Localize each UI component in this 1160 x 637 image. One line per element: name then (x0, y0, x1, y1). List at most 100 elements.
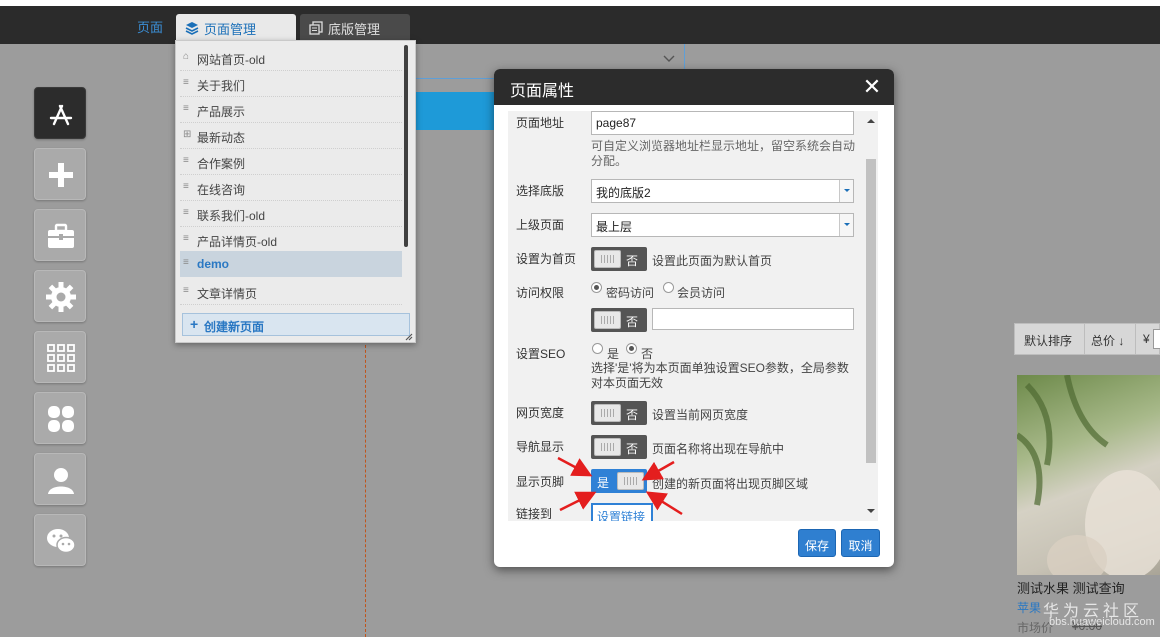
access-password-input[interactable] (652, 308, 854, 330)
base-select[interactable]: 我的底版2 (591, 179, 854, 203)
copy-icon (309, 21, 323, 35)
toggle-state: 否 (626, 254, 639, 268)
toggle-knob (594, 404, 621, 422)
page-list-item[interactable]: ≡ 在线咨询 (180, 175, 402, 201)
seo-label: 设置SEO (516, 347, 566, 361)
tab-label: 底版管理 (328, 22, 381, 37)
tool-add[interactable] (34, 148, 86, 200)
resize-grip-icon[interactable] (405, 333, 413, 341)
homepage-toggle[interactable]: 否 (591, 247, 647, 271)
app-store-icon (49, 104, 73, 126)
page-list-item[interactable]: ≡ 合作案例 (180, 149, 402, 175)
layers-icon (185, 22, 199, 35)
save-button[interactable]: 保存 (798, 529, 836, 557)
dialog-title: 页面属性 (510, 83, 575, 100)
product-sort-bar: 默认排序 总价 ↓ ¥ (1014, 323, 1160, 355)
width-label: 网页宽度 (516, 406, 565, 420)
tool-toolbox[interactable] (34, 209, 86, 261)
top-bar: 页面 页面管理 底版管理 (0, 0, 1160, 44)
close-icon[interactable]: ✕ (861, 74, 883, 100)
product-title[interactable]: 测试水果 测试查询 (1017, 578, 1125, 597)
scroll-up-icon[interactable] (865, 117, 877, 125)
tool-app-store[interactable] (34, 87, 86, 139)
base-select-value: 我的底版2 (596, 186, 651, 200)
seo-no-radio[interactable] (626, 343, 637, 354)
page-list-item[interactable]: ⊞ 最新动态 (180, 123, 402, 149)
divider (1084, 324, 1085, 354)
access-password-toggle[interactable]: 否 (591, 308, 647, 332)
product-price-label: 市场价 (1017, 621, 1054, 635)
page-list-item[interactable]: ≡ 产品详情页-old (180, 227, 402, 253)
page-list-item[interactable]: ≡ 联系我们-old (180, 201, 402, 227)
gear-icon (46, 282, 76, 312)
create-page-button[interactable]: + 创建新页面 (182, 313, 410, 336)
width-hint: 设置当前网页宽度 (652, 408, 749, 422)
cancel-button[interactable]: 取消 (841, 529, 880, 557)
lines-icon: ≡ (183, 181, 189, 192)
strawberry-photo (1017, 375, 1160, 575)
page-list-item-label: 网站首页-old (197, 53, 266, 67)
dialog-header: 页面属性 ✕ (494, 69, 894, 105)
plus-icon: + (190, 316, 199, 332)
chevron-down-icon[interactable] (663, 54, 675, 64)
annotation-arrow (645, 491, 683, 516)
width-toggle[interactable]: 否 (591, 401, 647, 425)
page-url-input[interactable]: page87 (591, 111, 854, 135)
chevron-down-icon (839, 180, 853, 202)
toggle-knob (594, 311, 621, 329)
annotation-arrows (557, 456, 683, 516)
access-label: 访问权限 (516, 286, 565, 300)
canvas-block (416, 92, 496, 130)
page-list-item[interactable]: ≡ 产品展示 (180, 97, 402, 123)
tool-user[interactable] (34, 453, 86, 505)
page-url-hint: 可自定义浏览器地址栏显示地址，留空系统会自动分配。 (591, 139, 856, 168)
access-password-radio[interactable] (591, 282, 602, 293)
annotation-arrow (641, 460, 675, 481)
tool-wechat[interactable] (34, 514, 86, 566)
expand-plus-icon[interactable]: ⊞ (183, 129, 193, 140)
sort-price[interactable]: 总价 ↓ (1091, 332, 1124, 349)
base-label: 选择底版 (516, 184, 565, 198)
page-list-item-label: 最新动态 (197, 131, 246, 145)
lines-icon: ≡ (183, 233, 189, 244)
top-strip (0, 0, 1160, 6)
page-list-item-label: 联系我们-old (197, 209, 266, 223)
home-icon: ⌂ (183, 51, 190, 62)
currency-symbol: ¥ (1143, 332, 1150, 346)
page-list-item[interactable]: ≡ 关于我们 (180, 71, 402, 97)
page-list-item[interactable]: ⌂ 网站首页-old (180, 45, 402, 71)
page-list-scrollbar[interactable] (404, 45, 408, 247)
toggle-knob (594, 250, 621, 268)
parent-label: 上级页面 (516, 218, 565, 232)
tool-grid[interactable] (34, 331, 86, 383)
dialog-scroll-thumb[interactable] (866, 159, 876, 463)
product-category[interactable]: 苹果 (1017, 599, 1041, 616)
canvas-guide-line (416, 78, 496, 79)
tool-settings[interactable] (34, 270, 86, 322)
homepage-hint: 设置此页面为默认首页 (652, 254, 773, 268)
access-option: 会员访问 (677, 286, 726, 300)
plus-icon (49, 163, 73, 187)
product-image[interactable] (1017, 375, 1160, 575)
sort-default[interactable]: 默认排序 (1024, 332, 1072, 349)
access-member-radio[interactable] (663, 282, 674, 293)
page-list-item-selected[interactable]: ≡ demo (180, 251, 402, 277)
page-list-item-label: demo (197, 257, 230, 271)
parent-select[interactable]: 最上层 (591, 213, 854, 237)
divider (1135, 324, 1136, 354)
seo-yes-radio[interactable] (592, 343, 603, 354)
page-nav-label[interactable]: 页面 (137, 17, 163, 36)
page-list-item-label: 产品展示 (197, 105, 246, 119)
scroll-down-icon[interactable] (865, 507, 877, 515)
price-filter-input[interactable] (1153, 329, 1160, 349)
annotation-arrow (559, 491, 597, 512)
page-list-item[interactable]: ≡ 文章详情页 (180, 279, 402, 305)
page-url-label: 页面地址 (516, 116, 565, 130)
page-list-item-label: 文章详情页 (197, 287, 258, 301)
lines-icon: ≡ (183, 77, 189, 88)
access-option: 密码访问 (606, 286, 655, 300)
tool-modules[interactable] (34, 392, 86, 444)
page-list-item-label: 产品详情页-old (197, 235, 278, 249)
lines-icon: ≡ (183, 257, 189, 268)
link-label: 链接到 (516, 507, 553, 521)
